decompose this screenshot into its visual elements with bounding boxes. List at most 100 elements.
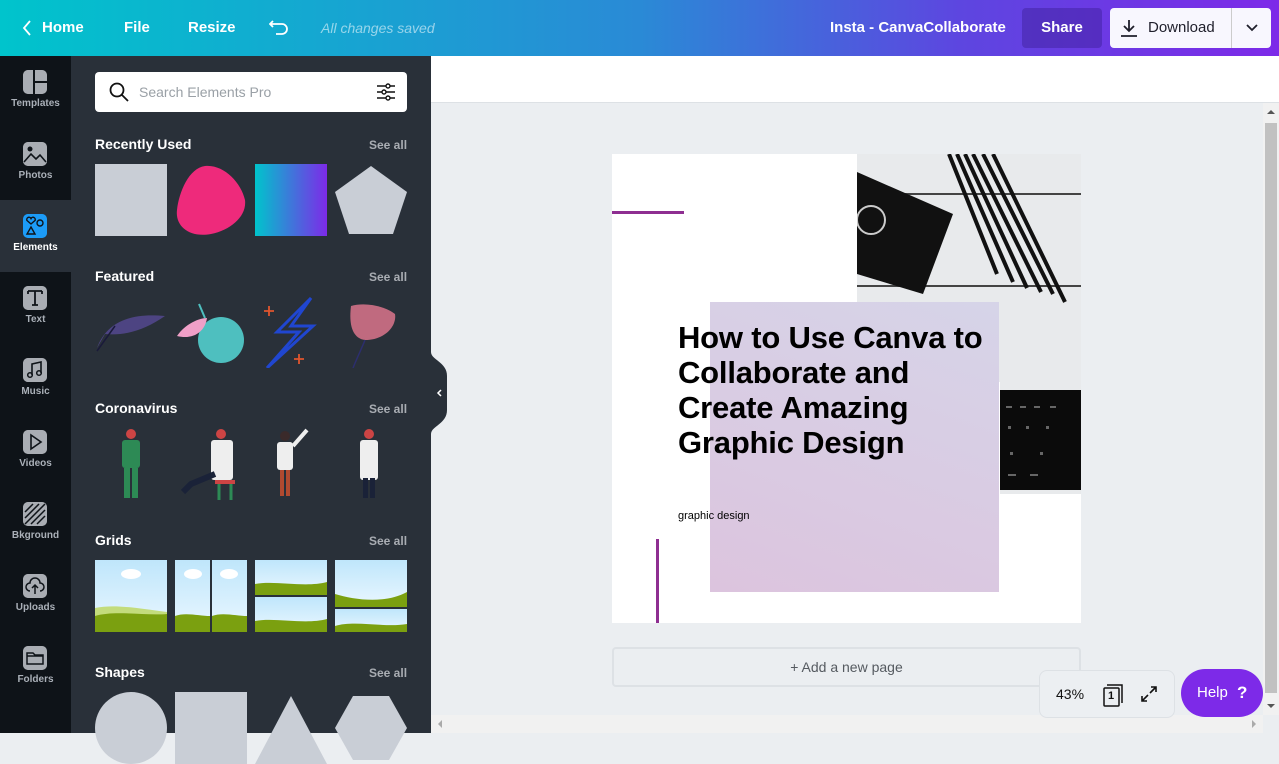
element-gradient-square[interactable]	[255, 164, 327, 236]
headline-text[interactable]: How to Use Canva to Collaborate and Crea…	[678, 320, 998, 460]
filter-icon[interactable]	[376, 82, 396, 102]
download-options-button[interactable]	[1232, 8, 1271, 48]
rail-label: Photos	[18, 170, 53, 181]
rail-item-background[interactable]: Bkground	[0, 488, 71, 560]
rail-item-folders[interactable]: Folders	[0, 632, 71, 704]
elements-icon	[23, 214, 47, 238]
folders-icon	[23, 646, 47, 670]
rail-label: Videos	[19, 458, 52, 469]
rail-label: Uploads	[15, 602, 56, 613]
search-input[interactable]: Search Elements Pro	[95, 72, 407, 112]
home-label: Home	[42, 19, 84, 36]
see-all-coronavirus[interactable]: See all	[369, 402, 407, 416]
element-doctor-scrubs[interactable]	[95, 428, 167, 500]
page-count: 1	[1108, 690, 1115, 702]
element-gray-square[interactable]	[95, 164, 167, 236]
videos-icon	[23, 430, 47, 454]
zoom-controls: 43% 1	[1039, 670, 1175, 718]
chevron-down-icon	[1246, 24, 1258, 32]
section-title-featured: Featured	[95, 268, 155, 284]
rail-item-videos[interactable]: Videos	[0, 416, 71, 488]
resize-button[interactable]: Resize	[188, 0, 236, 56]
collapse-panel-button[interactable]	[431, 352, 448, 434]
undo-icon[interactable]	[269, 19, 291, 37]
download-button-group: Download	[1110, 8, 1271, 48]
accent-line-horizontal[interactable]	[612, 211, 684, 214]
see-all-shapes[interactable]: See all	[369, 666, 407, 680]
element-doctor-sitting[interactable]	[175, 428, 247, 500]
section-title-grids: Grids	[95, 532, 132, 548]
scroll-down-arrow-icon[interactable]	[1263, 699, 1279, 713]
search-placeholder: Search Elements Pro	[139, 84, 272, 100]
help-button[interactable]: Help ?	[1181, 669, 1263, 717]
top-bar: Home File Resize All changes saved Insta…	[0, 0, 1279, 56]
background-icon	[23, 502, 47, 526]
element-grid-two-rows-uneven[interactable]	[335, 560, 407, 632]
fullscreen-icon[interactable]	[1140, 685, 1158, 703]
section-title-shapes: Shapes	[95, 664, 145, 680]
rail-item-music[interactable]: Music	[0, 344, 71, 416]
scroll-left-arrow-icon[interactable]	[433, 715, 447, 733]
download-button[interactable]: Download	[1110, 8, 1231, 48]
see-all-recently-used[interactable]: See all	[369, 138, 407, 152]
canvas-area: How to Use Canva to Collaborate and Crea…	[431, 56, 1279, 733]
element-grid-two-columns[interactable]	[175, 560, 247, 632]
zoom-level[interactable]: 43%	[1056, 671, 1084, 717]
uploads-icon	[23, 574, 47, 598]
scroll-up-arrow-icon[interactable]	[1263, 105, 1279, 119]
element-triangle[interactable]	[255, 692, 327, 764]
music-icon	[23, 358, 47, 382]
elements-panel: Search Elements Pro Recently Used See al…	[71, 56, 431, 764]
design-page[interactable]: How to Use Canva to Collaborate and Crea…	[612, 154, 1081, 623]
help-question-icon: ?	[1237, 683, 1248, 702]
save-status: All changes saved	[321, 20, 435, 36]
see-all-grids[interactable]: See all	[369, 534, 407, 548]
rail-item-templates[interactable]: Templates	[0, 56, 71, 128]
element-square[interactable]	[175, 692, 247, 764]
rail-item-photos[interactable]: Photos	[0, 128, 71, 200]
download-icon	[1121, 20, 1137, 37]
section-title-coronavirus: Coronavirus	[95, 400, 178, 416]
element-pink-blob[interactable]	[175, 164, 247, 236]
help-label: Help	[1197, 684, 1228, 701]
element-lightning-bolt[interactable]	[255, 296, 327, 368]
rail-label: Elements	[13, 242, 58, 253]
share-button[interactable]: Share	[1022, 8, 1102, 48]
search-icon	[109, 82, 129, 102]
rail-label: Music	[21, 386, 50, 397]
canvas-toolbar	[431, 56, 1279, 103]
element-gray-pentagon[interactable]	[335, 164, 407, 236]
templates-icon	[23, 70, 47, 94]
scroll-right-arrow-icon[interactable]	[1247, 715, 1261, 733]
rail-label: Templates	[11, 98, 60, 109]
photos-icon	[23, 142, 47, 166]
photo-keyboard[interactable]	[1000, 382, 1081, 494]
element-pink-flower[interactable]	[335, 296, 407, 368]
rail-item-text[interactable]: Text	[0, 272, 71, 344]
element-purple-leaf[interactable]	[95, 296, 167, 368]
rail-label: Text	[25, 314, 46, 325]
document-title[interactable]: Insta - CanvaCollaborate	[830, 0, 1006, 56]
page-count-button[interactable]: 1	[1102, 683, 1124, 707]
vertical-scrollbar[interactable]	[1263, 103, 1279, 715]
chevron-left-icon	[22, 20, 31, 36]
element-doctor-arms-crossed[interactable]	[335, 428, 407, 500]
accent-line-vertical[interactable]	[656, 539, 659, 623]
element-grid-single[interactable]	[95, 560, 167, 632]
download-label: Download	[1148, 19, 1215, 36]
element-hexagon[interactable]	[335, 692, 407, 764]
text-icon	[23, 286, 47, 310]
rail-label: Bkground	[11, 530, 60, 541]
rail-item-elements[interactable]: Elements	[0, 200, 71, 272]
subtitle-text[interactable]: graphic design	[678, 510, 750, 522]
add-new-page-button[interactable]: + Add a new page	[612, 647, 1081, 687]
element-grid-two-rows[interactable]	[255, 560, 327, 632]
element-circle[interactable]	[95, 692, 167, 764]
rail-item-uploads[interactable]: Uploads	[0, 560, 71, 632]
element-doctor-pointing[interactable]	[255, 428, 327, 500]
element-lime-with-leaf[interactable]	[175, 296, 247, 368]
vertical-scroll-thumb[interactable]	[1265, 123, 1277, 693]
file-menu-button[interactable]: File	[124, 0, 150, 56]
see-all-featured[interactable]: See all	[369, 270, 407, 284]
rail-label: Folders	[17, 674, 54, 685]
